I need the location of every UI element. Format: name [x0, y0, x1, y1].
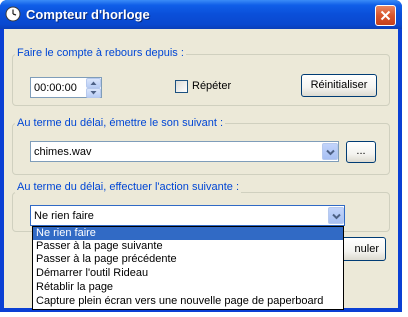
cancel-button-label: nuler	[354, 243, 379, 255]
close-icon	[380, 10, 391, 21]
action-dropdown-list[interactable]: Ne rien faire Passer à la page suivante …	[32, 226, 344, 310]
action-select[interactable]: Ne rien faire	[30, 205, 345, 226]
spin-up-button[interactable]	[86, 78, 101, 88]
clock-icon	[5, 6, 21, 22]
countdown-time-input[interactable]: 00:00:00	[30, 77, 102, 98]
reset-button[interactable]: Réinitialiser	[301, 74, 377, 97]
time-spinner[interactable]	[86, 78, 101, 98]
close-button[interactable]	[375, 5, 396, 26]
chevron-down-icon	[326, 149, 335, 156]
dropdown-option[interactable]: Passer à la page suivante	[33, 240, 343, 253]
chevron-down-icon	[332, 213, 341, 220]
action-legend: Au terme du délai, effectuer l'action su…	[15, 181, 242, 193]
dropdown-option[interactable]: Capture plein écran vers une nouvelle pa…	[33, 295, 343, 308]
countdown-legend: Faire le compte à rebours depuis :	[15, 47, 186, 59]
window-title: Compteur d'horloge	[26, 7, 150, 22]
sound-dropdown-button[interactable]	[322, 143, 338, 160]
repeat-label[interactable]: Répéter	[192, 80, 231, 92]
arrow-up-icon	[90, 81, 97, 85]
dropdown-option[interactable]: Démarrer l'outil Rideau	[33, 267, 343, 280]
sound-select[interactable]: chimes.wav	[30, 141, 339, 162]
dropdown-option[interactable]: Ne rien faire	[33, 227, 343, 240]
sound-select-value: chimes.wav	[34, 146, 92, 158]
browse-sound-label: ...	[356, 145, 366, 157]
title-bar[interactable]: Compteur d'horloge	[0, 0, 402, 29]
arrow-down-icon	[90, 91, 97, 95]
reset-button-label: Réinitialiser	[310, 79, 368, 91]
dropdown-option[interactable]: Rétablir la page	[33, 281, 343, 294]
repeat-checkbox[interactable]	[175, 80, 188, 93]
dropdown-option[interactable]: Passer à la page précédente	[33, 253, 343, 266]
countdown-time-value: 00:00:00	[34, 82, 77, 94]
action-dropdown-button[interactable]	[328, 207, 344, 224]
spin-down-button[interactable]	[86, 88, 101, 98]
browse-sound-button[interactable]: ...	[346, 141, 376, 163]
sound-legend: Au terme du délai, émettre le son suivan…	[15, 117, 226, 129]
action-select-value: Ne rien faire	[34, 210, 94, 222]
